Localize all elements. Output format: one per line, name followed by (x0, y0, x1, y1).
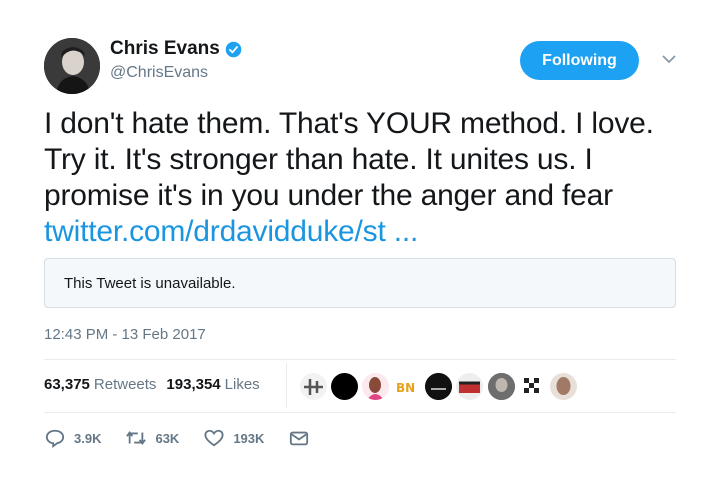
stats-separator (286, 363, 287, 408)
retweets-count[interactable]: 63,375 (44, 376, 90, 393)
display-name[interactable]: Chris Evans (110, 38, 220, 60)
likes-count[interactable]: 193,354 (166, 376, 220, 393)
tweet-text: I don't hate them. That's YOUR method. I… (44, 106, 684, 250)
reply-button[interactable]: 3.9K (44, 428, 101, 448)
verified-badge-icon (225, 41, 242, 57)
envelope-icon (290, 431, 309, 446)
divider (44, 412, 676, 413)
direct-message-button[interactable] (288, 428, 310, 448)
avatar[interactable] (44, 38, 100, 94)
like-button[interactable]: 193K (203, 428, 264, 448)
liker-avatar[interactable] (300, 373, 327, 400)
liker-avatar[interactable] (550, 373, 577, 400)
following-button[interactable]: Following (520, 41, 639, 80)
liker-avatar[interactable]: BN (393, 373, 420, 400)
user-name-row: Chris Evans (110, 38, 242, 60)
retweet-count: 63K (155, 430, 180, 446)
tweet-link[interactable]: twitter.com/drdavidduke/st ... (44, 215, 418, 248)
liker-avatar[interactable] (331, 373, 358, 400)
chevron-down-icon[interactable] (662, 54, 676, 64)
profile-photo (44, 38, 100, 94)
like-count: 193K (233, 430, 265, 446)
reply-count: 3.9K (74, 430, 102, 446)
tweet-actions: 3.9K 63K 193K (44, 428, 334, 448)
engagement-stats: 63,375 Retweets 193,354 Likes (44, 376, 260, 393)
likes-label[interactable]: Likes (225, 376, 260, 393)
tweet-timestamp[interactable]: 12:43 PM - 13 Feb 2017 (44, 326, 206, 343)
liker-avatar[interactable] (488, 373, 515, 400)
liker-avatar[interactable] (362, 373, 389, 400)
liker-avatar[interactable] (519, 373, 546, 400)
quoted-tweet-notice: This Tweet is unavailable. (64, 275, 236, 292)
reply-icon (45, 429, 65, 448)
quoted-tweet[interactable]: This Tweet is unavailable. (44, 258, 676, 308)
liker-avatar[interactable] (425, 373, 452, 400)
user-handle[interactable]: @ChrisEvans (110, 64, 208, 82)
retweet-icon (126, 431, 147, 445)
tweet-body: I don't hate them. That's YOUR method. I… (44, 107, 654, 212)
retweets-label[interactable]: Retweets (94, 376, 157, 393)
retweet-button[interactable]: 63K (125, 428, 179, 448)
divider (44, 359, 676, 360)
liker-avatar[interactable] (456, 373, 483, 400)
svg-text:BN: BN (396, 381, 415, 395)
heart-icon (204, 429, 224, 447)
